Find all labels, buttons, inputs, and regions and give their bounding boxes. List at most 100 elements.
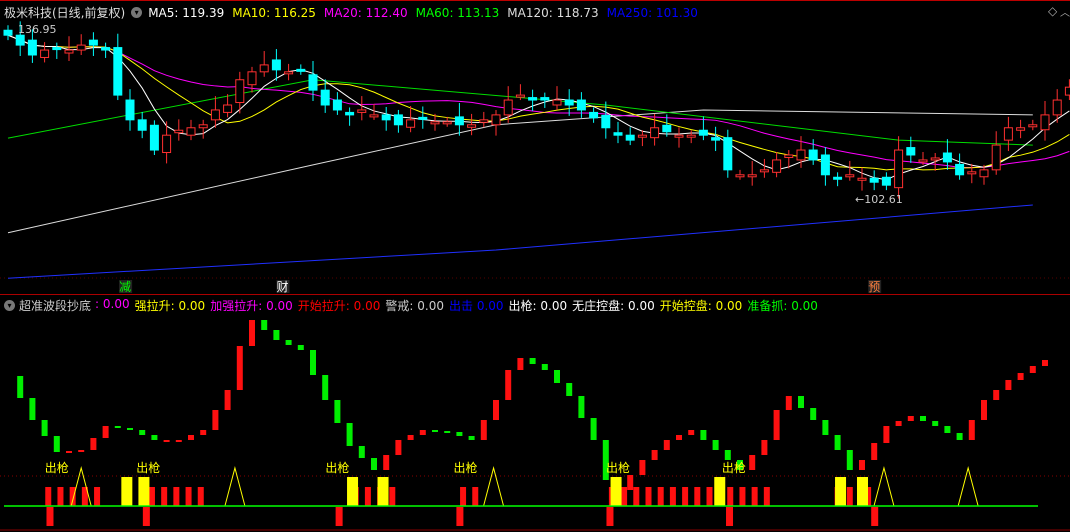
wave-bar <box>188 435 194 440</box>
wave-bar <box>444 431 451 433</box>
wave-bar <box>822 420 829 435</box>
signal-bar-red <box>657 487 664 506</box>
signal-bar-yellow <box>857 477 868 506</box>
wave-bar <box>688 430 695 435</box>
wave-bar <box>480 420 487 440</box>
wave-bar <box>676 435 682 440</box>
wave-bar <box>700 430 707 440</box>
bottom-bar <box>142 507 150 526</box>
wave-bar <box>1029 366 1036 373</box>
signal-bar-red <box>621 487 628 506</box>
wave-bar <box>322 375 329 400</box>
wave-bar <box>78 450 85 452</box>
wave-bar <box>724 450 731 460</box>
wave-bar <box>749 455 756 470</box>
wave-bar <box>334 400 341 423</box>
bottom-bar <box>456 507 464 526</box>
wave-bar <box>261 320 268 330</box>
wave-bar <box>17 376 24 398</box>
signal-bar-red <box>846 487 853 506</box>
signal-label: 出枪 <box>45 460 69 475</box>
wave-bar <box>834 435 841 450</box>
signal-bar-red <box>45 487 52 506</box>
wave-bar <box>529 358 536 364</box>
signal-bar-red <box>197 487 204 506</box>
signal-bar-red <box>694 487 701 506</box>
signal-bar-yellow <box>610 477 622 506</box>
wave-bar <box>90 438 97 450</box>
wave-bar <box>358 446 365 458</box>
signal-label: 出枪 <box>454 460 478 475</box>
wave-bar <box>712 440 719 450</box>
signal-bar-yellow <box>714 477 726 506</box>
signal-label: 出枪 <box>136 460 160 475</box>
wave-bar <box>29 398 36 420</box>
wave-bar <box>932 421 939 426</box>
wave-bar <box>1005 380 1012 390</box>
wave-bar <box>810 408 817 420</box>
signal-bar-red <box>148 487 155 506</box>
wave-bar <box>859 460 865 470</box>
signal-bar-red <box>460 487 467 506</box>
signal-bar-red <box>94 487 101 506</box>
wave-bar <box>578 396 585 418</box>
wave-bar <box>956 433 963 440</box>
bottom-bar <box>46 507 54 526</box>
wave-bar <box>212 410 219 430</box>
indicator-chart[interactable]: 出枪 出枪 出枪 出枪 出枪 出枪 <box>0 0 1070 532</box>
wave-bar <box>920 416 926 421</box>
wave-bar <box>66 451 72 453</box>
signal-bar-yellow <box>377 477 389 506</box>
wave-bar <box>346 423 353 446</box>
wave-bar <box>761 440 768 455</box>
wave-bar <box>944 426 951 433</box>
signal-bar-red <box>57 487 64 506</box>
wave-bar <box>310 350 316 375</box>
wave-bar <box>883 426 890 443</box>
wave-bar <box>102 426 109 438</box>
signal-bar-red <box>472 487 479 506</box>
wave-bar <box>468 436 475 440</box>
wave-bar <box>175 440 182 442</box>
wave-bar <box>554 370 560 383</box>
signal-bar-yellow <box>121 477 133 506</box>
wave-bar <box>249 320 255 346</box>
signal-bar-red <box>682 487 689 506</box>
signal-bar-yellow <box>835 477 847 506</box>
wave-bar <box>1017 373 1024 380</box>
signal-triangle <box>957 466 979 507</box>
signal-bar-red <box>763 487 770 506</box>
wave-bar <box>785 396 792 410</box>
signal-bar-red <box>645 487 652 506</box>
signal-bar-yellow <box>138 477 150 506</box>
signal-bar-red <box>161 487 168 506</box>
signal-label: 出枪 <box>722 460 746 475</box>
wave-bar <box>53 436 60 452</box>
wave-bar <box>566 383 573 396</box>
wave-bar <box>651 450 658 460</box>
wave-bar <box>419 430 426 435</box>
wave-bar <box>517 358 524 370</box>
signal-triangle <box>483 466 505 507</box>
bottom-bar <box>335 507 343 526</box>
wave-bar <box>371 458 377 470</box>
signal-bar-red <box>706 487 713 506</box>
signal-bar-red <box>364 487 371 506</box>
wave-bar <box>846 450 853 470</box>
wave-bar <box>541 364 548 370</box>
signal-bar-yellow <box>347 477 359 506</box>
wave-bar <box>395 440 402 455</box>
wave-bar <box>590 418 597 440</box>
wave-bar <box>285 340 292 345</box>
wave-bar <box>151 435 158 440</box>
wave-bar <box>627 475 634 490</box>
wave-bar <box>993 390 1000 400</box>
wave-bar <box>1042 360 1048 366</box>
wave-bar <box>236 346 243 390</box>
wave-bar <box>493 400 499 420</box>
signal-bar-red <box>669 487 676 506</box>
signal-triangle <box>873 466 895 507</box>
bottom-bar <box>871 507 879 526</box>
wave-bar <box>200 430 207 435</box>
wave-bar <box>127 428 133 430</box>
